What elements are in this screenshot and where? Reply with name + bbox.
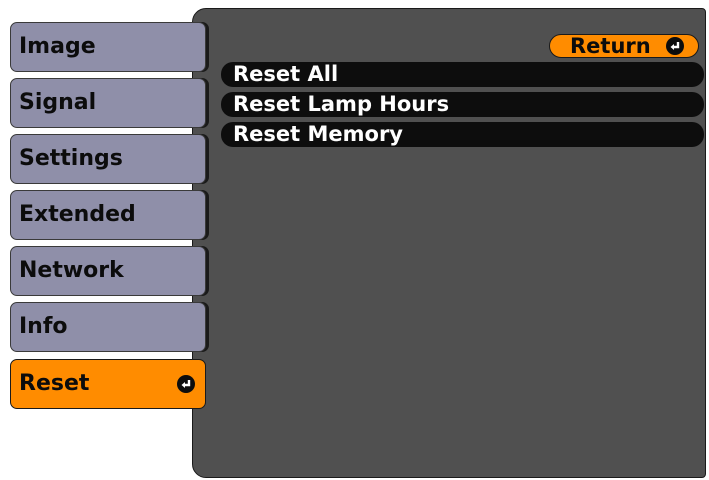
enter-icon [177,375,195,393]
tab-label: Network [19,258,124,283]
tab-label: Signal [19,90,97,115]
option-label: Reset Memory [233,122,403,146]
tab-extended[interactable]: Extended [10,190,206,240]
tab-signal[interactable]: Signal [10,78,206,128]
option-reset-lamp-hours[interactable]: Reset Lamp Hours [221,92,704,117]
tab-label: Extended [19,202,136,227]
tab-label: Reset [19,371,90,396]
tab-settings[interactable]: Settings [10,134,206,184]
option-reset-memory[interactable]: Reset Memory [221,122,704,147]
option-reset-all[interactable]: Reset All [221,62,704,87]
tab-network[interactable]: Network [10,246,206,296]
option-label: Reset All [233,62,339,86]
tab-info[interactable]: Info [10,302,206,352]
tab-label: Image [19,34,96,59]
tab-reset[interactable]: Reset [10,359,206,409]
tab-label: Info [19,314,68,339]
enter-icon [666,37,684,55]
return-label: Return [570,34,651,58]
option-label: Reset Lamp Hours [233,92,450,116]
reset-menu-panel: Return Reset All Reset Lamp Hours Reset … [192,8,706,478]
tab-image[interactable]: Image [10,22,206,72]
tab-label: Settings [19,146,123,171]
return-button[interactable]: Return [549,34,699,58]
